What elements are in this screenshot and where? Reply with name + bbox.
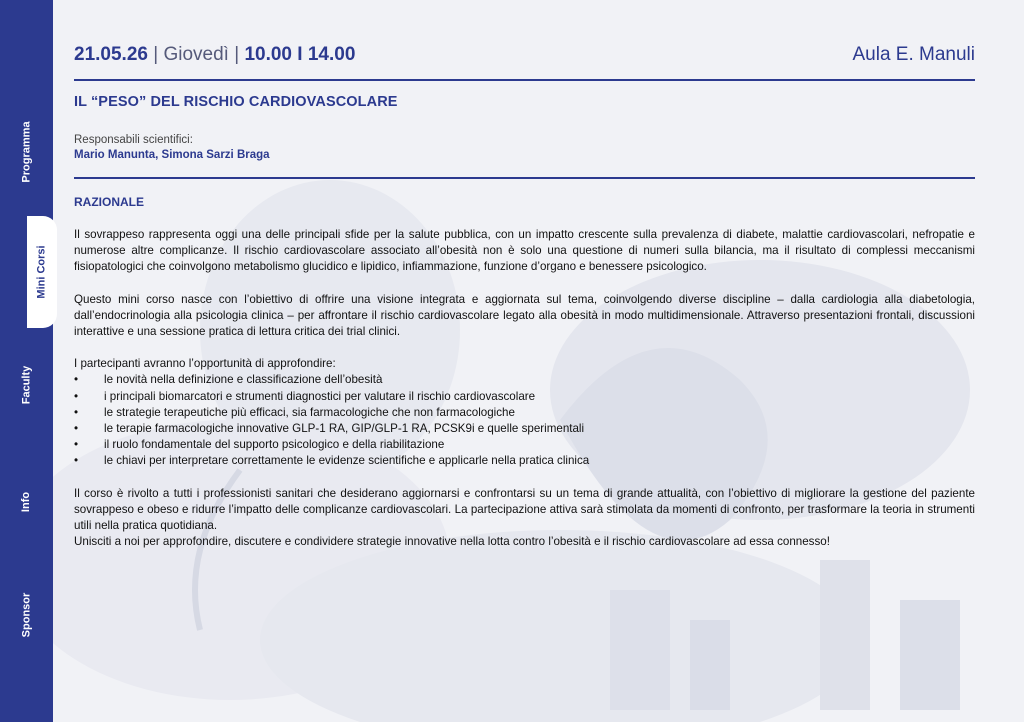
list-item: le terapie farmacologiche innovative GLP… <box>74 421 975 437</box>
sidebar-item-info[interactable]: Info <box>0 482 53 522</box>
sidebar-nav: Programma Mini Corsi Faculty Info Sponso… <box>0 0 57 722</box>
sidebar-item-label: Sponsor <box>20 592 33 638</box>
responsabili-label: Responsabili scientifici: <box>74 134 193 146</box>
session-time: 10.00 I 14.00 <box>244 44 356 65</box>
course-description: Il sovrappeso rappresenta oggi una delle… <box>74 227 975 550</box>
paragraph-1: Il sovrappeso rappresenta oggi una delle… <box>74 228 975 274</box>
sidebar-item-label: Mini Corsi <box>36 245 49 299</box>
session-date: 21.05.26 <box>74 44 148 65</box>
sidebar-item-label: Faculty <box>20 365 33 405</box>
header-separator: | <box>147 44 164 65</box>
list-item: il ruolo fondamentale del supporto psico… <box>74 437 975 453</box>
section-title: RAZIONALE <box>74 195 144 209</box>
course-title: IL “PESO” DEL RISCHIO CARDIOVASCOLARE <box>74 94 398 110</box>
sidebar-item-label: Programma <box>20 121 33 183</box>
list-intro: I partecipanti avranno l’opportunità di … <box>74 357 336 371</box>
paragraph-3: Il corso è rivolto a tutti i professioni… <box>74 486 975 533</box>
paragraph-4: Unisciti a noi per approfondire, discute… <box>74 535 830 549</box>
topics-list: le novità nella definizione e classifica… <box>74 372 975 469</box>
sidebar-item-mini-corsi[interactable]: Mini Corsi <box>27 216 57 328</box>
header-separator: | <box>228 44 245 65</box>
paragraph-2: Questo mini corso nasce con l’obiettivo … <box>74 292 975 339</box>
sidebar-item-sponsor[interactable]: Sponsor <box>0 582 53 648</box>
responsabili-names: Mario Manunta, Simona Sarzi Braga <box>74 149 270 161</box>
sidebar-item-label: Info <box>20 491 33 513</box>
section-divider <box>74 177 975 179</box>
session-header: 21.05.26 | Giovedì | 10.00 I 14.00 Aula … <box>74 44 975 74</box>
session-room: Aula E. Manuli <box>852 44 975 65</box>
list-item: le novità nella definizione e classifica… <box>74 372 975 388</box>
header-divider <box>74 79 975 81</box>
list-item: le strategie terapeutiche più efficaci, … <box>74 405 975 421</box>
sidebar-item-programma[interactable]: Programma <box>0 112 53 192</box>
list-item: i principali biomarcatori e strumenti di… <box>74 389 975 405</box>
session-day: Giovedì <box>163 44 229 65</box>
list-item: le chiavi per interpretare correttamente… <box>74 453 975 469</box>
sidebar-item-faculty[interactable]: Faculty <box>0 355 53 415</box>
